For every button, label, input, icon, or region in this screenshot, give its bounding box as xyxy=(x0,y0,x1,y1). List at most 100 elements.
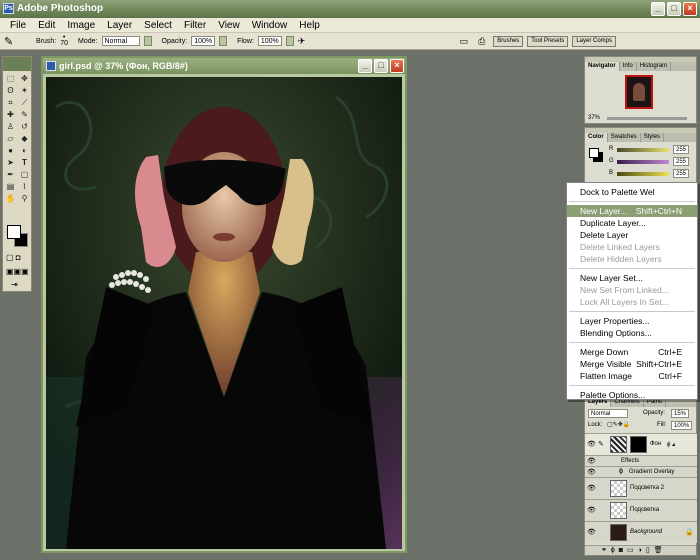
healing-brush-tool-icon[interactable]: ✚ xyxy=(4,109,17,120)
color-r-value[interactable]: 255 xyxy=(673,145,690,154)
adjustment-layer-icon[interactable]: ◑ xyxy=(638,547,646,554)
well-tool-presets[interactable]: Tool Presets xyxy=(527,35,569,47)
close-button[interactable]: × xyxy=(683,2,697,16)
menu-select[interactable]: Select xyxy=(138,20,178,31)
menu-item-blending-options[interactable]: Blending Options... xyxy=(567,327,697,339)
add-mask-icon[interactable]: ◙ xyxy=(619,547,627,554)
eye-icon[interactable]: 👁 xyxy=(587,506,596,515)
doc-maximize-button[interactable]: □ xyxy=(374,59,388,73)
fill-field[interactable]: 100% xyxy=(671,421,693,430)
path-select-tool-icon[interactable]: ➤ xyxy=(4,157,17,168)
flow-slider-arrow-icon[interactable] xyxy=(285,36,294,46)
new-layer-icon[interactable]: ▯ xyxy=(646,547,654,554)
layer-row-podsvetka[interactable]: 👁 Подсветка xyxy=(585,499,697,521)
eye-icon[interactable]: 👁 xyxy=(587,528,596,537)
opacity-slider-arrow-icon[interactable] xyxy=(219,36,228,46)
quick-mask-icons[interactable]: ▢ ◘ xyxy=(6,253,21,262)
well-layer-comps[interactable]: Layer Comps xyxy=(572,35,616,47)
trash-icon[interactable]: 🗑 xyxy=(654,547,667,554)
menu-image[interactable]: Image xyxy=(61,20,101,31)
flow-field[interactable]: 100% xyxy=(257,36,282,46)
eye-icon[interactable]: 👁 xyxy=(587,484,596,493)
add-style-icon[interactable]: ɸ xyxy=(611,547,619,554)
tab-color[interactable]: Color xyxy=(585,133,608,142)
menu-item-layer-properties[interactable]: Layer Properties... xyxy=(567,315,697,327)
menu-window[interactable]: Window xyxy=(246,20,294,31)
eraser-tool-icon[interactable]: ▱ xyxy=(4,133,17,144)
hand-tool-icon[interactable]: ✋ xyxy=(4,193,17,204)
color-b-value[interactable]: 255 xyxy=(673,169,690,178)
menu-item-duplicate-layer[interactable]: Duplicate Layer... xyxy=(567,217,697,229)
layer-effect-gradient-overlay[interactable]: 👁 ɸ Gradient Overlay xyxy=(585,466,697,477)
menu-filter[interactable]: Filter xyxy=(178,20,212,31)
eye-icon[interactable]: 👁 xyxy=(587,457,596,466)
mode-dropdown-arrow-icon[interactable] xyxy=(143,36,152,46)
menu-item-flatten-image[interactable]: Flatten Image Ctrl+F xyxy=(567,370,697,382)
menu-item-merge-visible[interactable]: Merge Visible Shift+Ctrl+E xyxy=(567,358,697,370)
tab-info[interactable]: Info xyxy=(620,62,637,71)
maximize-button[interactable]: □ xyxy=(667,2,681,16)
eyedropper-tool-icon[interactable]: ⌇ xyxy=(18,181,31,192)
menu-help[interactable]: Help xyxy=(293,20,326,31)
lock-icons[interactable]: ▢✎✥🔒 xyxy=(607,421,630,428)
color-g-slider[interactable] xyxy=(617,160,669,164)
dodge-tool-icon[interactable]: ◐ xyxy=(18,145,31,156)
menu-item-dock-to-palette-well[interactable]: Dock to Palette Wel xyxy=(567,186,697,198)
menu-item-merge-down[interactable]: Merge Down Ctrl+E xyxy=(567,346,697,358)
color-b-slider[interactable] xyxy=(617,172,669,176)
tab-styles[interactable]: Styles xyxy=(641,133,665,142)
color-r-slider[interactable] xyxy=(617,148,669,152)
color-g-value[interactable]: 255 xyxy=(673,157,690,166)
brush-tool-icon[interactable]: ✎ xyxy=(4,35,18,48)
well-brushes[interactable]: Brushes xyxy=(493,35,524,47)
notes-tool-icon[interactable]: ▤ xyxy=(4,181,17,192)
minimize-button[interactable]: _ xyxy=(651,2,665,16)
blend-mode-select[interactable]: Normal xyxy=(588,409,628,418)
lasso-tool-icon[interactable]: ʘ xyxy=(4,85,17,96)
document-title-bar[interactable]: girl.psd @ 37% (Фон, RGB/8#) _ □ × xyxy=(43,58,405,74)
screen-mode-icons[interactable]: ▣▣▣ xyxy=(6,267,29,276)
move-tool-icon[interactable]: ✥ xyxy=(18,73,31,84)
mode-select[interactable]: Normal xyxy=(101,36,140,46)
navigator-zoom-slider[interactable] xyxy=(607,117,687,120)
jump-to-imageready-icon[interactable]: ⇥ xyxy=(11,280,18,289)
slice-tool-icon[interactable]: ⟋ xyxy=(18,97,31,108)
eye-icon[interactable]: 👁 xyxy=(587,468,596,477)
navigator-thumbnail[interactable] xyxy=(625,75,653,109)
menu-layer[interactable]: Layer xyxy=(101,20,138,31)
tab-navigator[interactable]: Navigator xyxy=(585,62,620,71)
magic-wand-tool-icon[interactable]: ✶ xyxy=(18,85,31,96)
crop-tool-icon[interactable]: ⌗ xyxy=(4,97,17,108)
navigator-zoom[interactable]: 37% xyxy=(588,115,600,121)
image-canvas[interactable] xyxy=(46,77,402,549)
menu-item-palette-options[interactable]: Palette Options... xyxy=(567,389,697,401)
menu-file[interactable]: File xyxy=(4,20,32,31)
layer-row-fon[interactable]: 👁 ✎ Фон ɸ ▴ xyxy=(585,433,697,455)
menu-item-new-layer-set[interactable]: New Layer Set... xyxy=(567,272,697,284)
layer-effects-row[interactable]: 👁 Effects xyxy=(585,455,697,466)
foreground-color-swatch[interactable] xyxy=(7,225,21,239)
tab-histogram[interactable]: Histogram xyxy=(637,62,672,71)
shape-tool-icon[interactable]: ▢ xyxy=(18,169,31,180)
opacity-field[interactable]: 100% xyxy=(191,36,216,46)
layer-row-background[interactable]: 👁 Background 🔒 xyxy=(585,521,697,543)
menu-view[interactable]: View xyxy=(212,20,246,31)
brush-preset-picker[interactable]: • 70 xyxy=(60,34,68,47)
doc-close-button[interactable]: × xyxy=(390,59,404,73)
print-icon[interactable]: ⎙ xyxy=(478,36,485,47)
new-set-icon[interactable]: ▭ xyxy=(627,547,638,554)
clone-stamp-tool-icon[interactable]: ♙ xyxy=(4,121,17,132)
menu-item-new-layer[interactable]: New Layer... Shift+Ctrl+N xyxy=(567,205,697,217)
eye-icon[interactable]: 👁 xyxy=(587,440,596,449)
zoom-tool-icon[interactable]: ⚲ xyxy=(18,193,31,204)
menu-item-delete-layer[interactable]: Delete Layer xyxy=(567,229,697,241)
type-tool-icon[interactable]: T xyxy=(18,157,31,168)
doc-minimize-button[interactable]: _ xyxy=(358,59,372,73)
brush-tool-icon-tb[interactable]: ✎ xyxy=(18,109,31,120)
layer-opacity-field[interactable]: 15% xyxy=(671,409,690,418)
tab-swatches[interactable]: Swatches xyxy=(608,133,641,142)
airbrush-icon[interactable]: ✈ xyxy=(298,36,306,47)
pen-tool-icon[interactable]: ✒ xyxy=(4,169,17,180)
history-brush-tool-icon[interactable]: ↺ xyxy=(18,121,31,132)
paint-bucket-tool-icon[interactable]: ◆ xyxy=(18,133,31,144)
